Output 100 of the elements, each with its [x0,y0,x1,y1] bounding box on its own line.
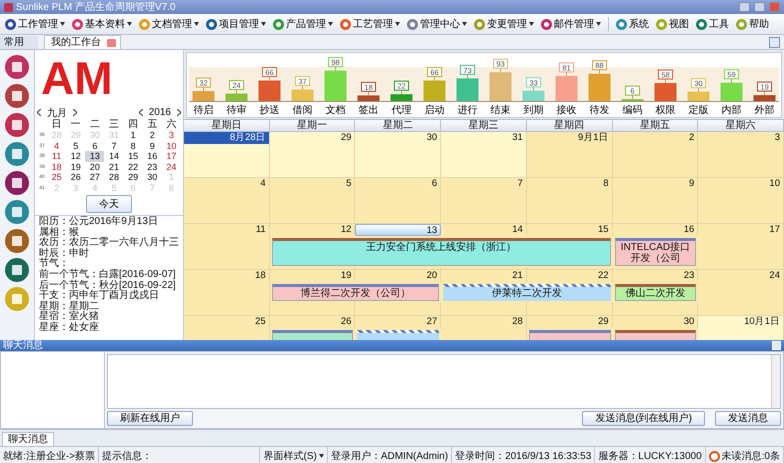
column-header: 星期日 [184,120,270,132]
column-header: 星期三 [441,120,527,132]
menu-item[interactable]: 邮件管理 [538,16,604,32]
day-cell[interactable]: 11 [47,151,66,162]
day-cell[interactable]: 14 [104,151,124,162]
day-cell[interactable]: 6 [85,140,104,151]
day-cell[interactable]: 10 [162,140,181,151]
calendar-event[interactable]: 王力安全门系统上线安排（浙江） [272,238,611,266]
axis-label: 到期 [524,105,544,115]
day-cell[interactable]: 2 [142,130,162,140]
round-app-icon[interactable] [5,84,29,108]
day-number[interactable]: 31 [441,132,527,144]
day-cell[interactable]: 28 [104,172,124,182]
calendar-event[interactable]: 博兰得二次开发（公司） [272,284,440,301]
day-cell[interactable]: 12 [66,151,86,162]
day-number[interactable]: 26 [270,316,356,328]
day-cell[interactable]: 3 [162,130,181,140]
panel-title: 聊天消息 [3,340,43,351]
round-app-icon[interactable] [5,55,29,79]
day-number[interactable]: 16 [612,224,698,236]
message-field[interactable] [107,354,781,409]
day-cell[interactable]: 29 [124,172,143,182]
day-number[interactable]: 29 [270,132,356,144]
tab[interactable]: 我的工作台 [44,35,121,49]
day-cell[interactable]: 5 [66,140,86,151]
bar [688,92,710,101]
day-cell[interactable]: 22 [124,162,143,172]
day-number[interactable]: 12 [270,224,356,236]
day-cell[interactable]: 15 [124,151,143,162]
axis-label: 进行 [458,105,478,115]
day-number[interactable]: 5 [270,178,356,190]
side-tab[interactable]: 常用 [0,36,38,49]
calendar-event[interactable]: INTELCAD接口开发（公司 [614,238,696,266]
menu-item[interactable]: 工具 [693,16,732,32]
day-number[interactable]: 10月1日 [698,316,784,328]
day-cell[interactable]: 13 [85,151,104,162]
day-cell[interactable]: 17 [162,151,181,162]
day-cell[interactable]: 23 [142,162,162,172]
day-cell[interactable]: 20 [85,162,104,172]
day-number[interactable]: 19 [270,270,356,282]
next-icon[interactable] [177,109,181,116]
day-cell[interactable]: 30 [142,172,162,182]
calendar-event[interactable]: 佛山二次开发 [614,284,696,301]
round-app-icon[interactable] [5,171,29,195]
menu-item[interactable]: 视图 [653,16,692,32]
day-cell[interactable]: 9 [142,140,162,151]
tab[interactable]: 聊天消息 [2,432,54,446]
menu-item[interactable]: 工艺管理 [337,16,403,32]
round-app-icon[interactable] [5,258,29,282]
day-cell[interactable]: 7 [104,140,124,151]
refresh-users-button[interactable]: 刷新在线用户 [107,411,193,426]
bar [258,80,280,101]
ring-icon [407,18,418,30]
menu-item[interactable]: 产品管理 [270,16,336,32]
today-button[interactable]: 今天 [86,195,132,213]
day-number[interactable]: 13 [355,224,442,236]
day-number[interactable]: 30 [355,132,442,144]
bar [324,70,346,101]
theme-menu[interactable]: 界面样式(S) [260,447,328,463]
round-app-icon[interactable] [5,229,29,253]
round-app-icon[interactable] [5,113,29,137]
send-to-online-button[interactable]: 发送消息(到在线用户) [582,411,705,426]
day-cell[interactable]: 21 [104,162,124,172]
day-cell[interactable]: 18 [47,162,66,172]
day-cell[interactable]: 8 [124,140,143,151]
round-app-icon[interactable] [5,142,29,166]
status-text: 提示信息： [98,447,260,463]
axis-label: 定版 [688,105,708,115]
day-number[interactable]: 30 [612,316,698,328]
info-line: 干支：丙申年丁酉月戊戌日 [39,291,159,302]
day-cell[interactable]: 26 [66,172,86,182]
menu-item[interactable]: 工作管理 [2,16,68,32]
day-cell[interactable]: 24 [162,162,181,172]
round-app-icon[interactable] [5,200,29,224]
day-cell[interactable]: 4 [47,140,66,151]
previous-icon[interactable] [138,109,143,116]
day-number[interactable]: 8月28日 [184,132,270,144]
info-line: 前一个节气：白露[2016-09-07] [39,270,177,280]
menu-item[interactable]: 基本资料 [69,16,135,32]
day-cell[interactable]: 16 [142,151,162,162]
menu-item[interactable]: 项目管理 [203,16,269,32]
menu-item[interactable]: 管理中心 [404,16,470,32]
previous-icon[interactable] [37,109,41,116]
menu-item[interactable]: 帮助 [733,16,772,32]
scrollbar[interactable] [771,355,780,408]
calendar-event[interactable]: 伊莱特二次开发 [443,284,611,301]
day-cell[interactable]: 25 [47,172,66,182]
menu-item[interactable]: 系统 [613,16,652,32]
day-cell[interactable]: 19 [66,162,86,172]
day-cell[interactable]: 1 [124,130,143,140]
menu-item[interactable]: 文档管理 [136,16,202,32]
day-number[interactable]: 9 [612,178,698,190]
ring-icon [340,18,351,30]
caret-icon [328,22,333,26]
day-number[interactable]: 23 [612,270,698,282]
send-button[interactable]: 发送消息 [715,411,781,426]
next-icon[interactable] [73,109,77,116]
caret-icon [395,22,400,26]
menu-item[interactable]: 变更管理 [471,16,537,32]
day-cell[interactable]: 27 [85,172,104,182]
